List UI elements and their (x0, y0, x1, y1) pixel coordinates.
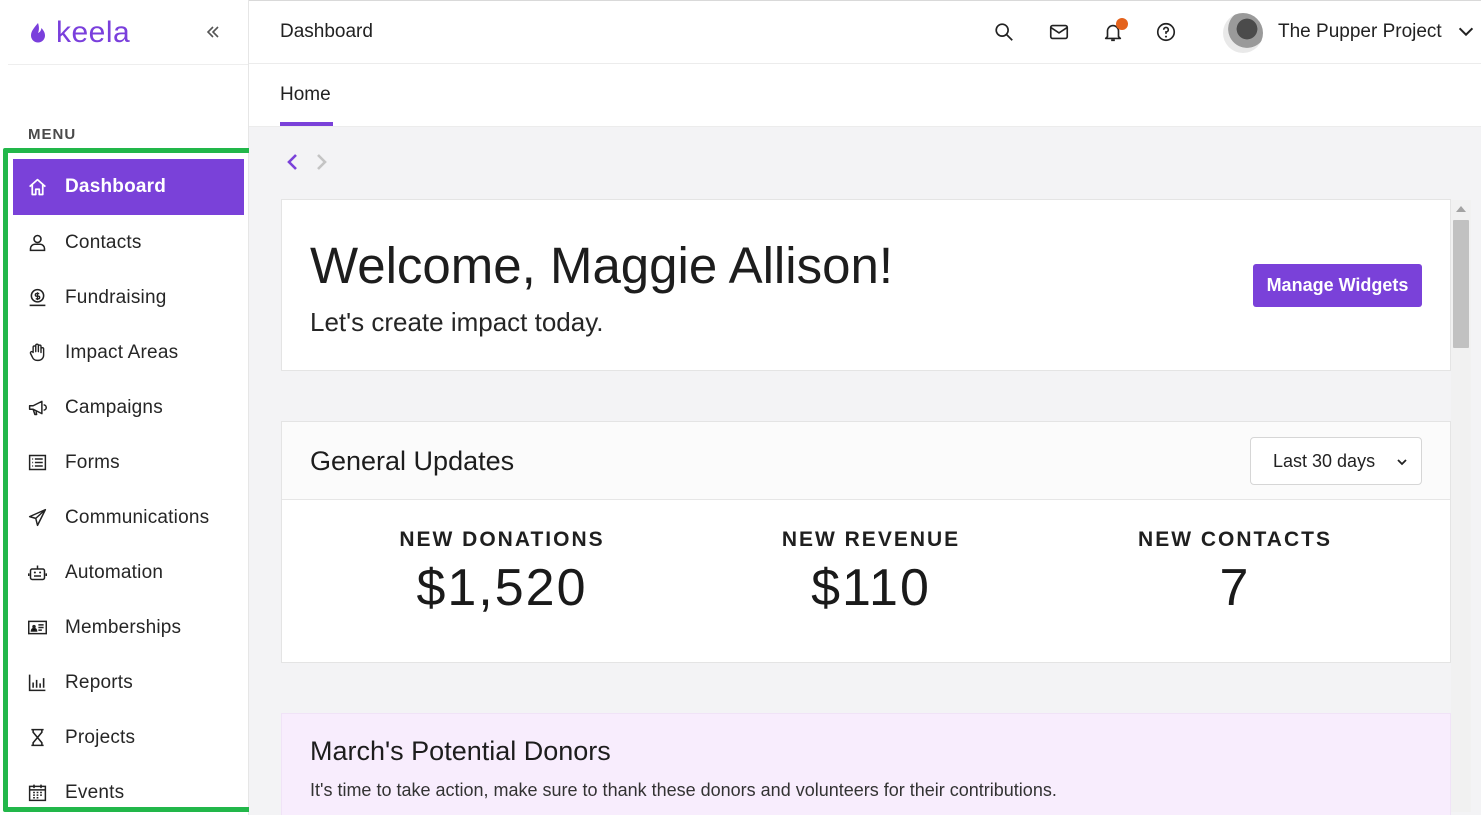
page-title: Dashboard (280, 21, 373, 42)
list-form-icon (25, 451, 49, 475)
welcome-subtitle: Let's create impact today. (310, 307, 604, 337)
stat-new-donations: NEW DONATIONS $1,520 (352, 528, 652, 618)
sidebar-item-label: Reports (65, 671, 133, 693)
active-tab-indicator (280, 122, 333, 126)
stat-value: $110 (811, 559, 931, 617)
welcome-card: Welcome, Maggie Allison! Let's create im… (281, 199, 1451, 371)
sidebar-item-label: Memberships (65, 616, 182, 638)
sidebar-item-label: Forms (65, 451, 120, 473)
id-card-icon (25, 616, 49, 640)
nav-list: Dashboard Contacts Fundraising Impact Ar… (13, 159, 244, 807)
chevron-left-icon[interactable] (283, 151, 303, 173)
scrollbar[interactable] (1451, 200, 1471, 812)
nav-highlight-frame: Dashboard Contacts Fundraising Impact Ar… (3, 148, 254, 812)
notification-dot (1116, 18, 1128, 30)
sidebar-item-automation[interactable]: Automation (13, 545, 244, 600)
welcome-title: Welcome, Maggie Allison! (310, 237, 893, 294)
sidebar: keela MENU Dashboard Contacts Fundraisin… (0, 0, 254, 815)
envelope-icon (1049, 24, 1069, 40)
dollar-badge-icon (25, 286, 49, 310)
top-header: Dashboard The Pupper Project (249, 1, 1481, 64)
avatar[interactable] (1223, 13, 1263, 53)
scrollbar-thumb[interactable] (1453, 220, 1469, 348)
stat-new-revenue: NEW REVENUE $110 (721, 528, 1021, 618)
stat-value: $1,520 (416, 559, 588, 617)
stat-label: NEW REVENUE (781, 528, 961, 551)
chevron-down-icon[interactable] (1455, 21, 1477, 43)
sidebar-item-label: Fundraising (65, 286, 167, 308)
general-updates-card: General Updates Last 30 days NEW DONATIO… (281, 421, 1451, 663)
sidebar-item-label: Automation (65, 561, 164, 583)
tab-home[interactable]: Home (280, 84, 331, 106)
sidebar-item-memberships[interactable]: Memberships (13, 600, 244, 655)
chevron-down-icon (1397, 459, 1407, 466)
sidebar-item-label: Impact Areas (65, 341, 179, 363)
megaphone-icon (25, 396, 49, 420)
sidebar-item-label: Events (65, 781, 125, 803)
hand-icon (25, 341, 49, 365)
updates-header: General Updates Last 30 days (282, 422, 1450, 500)
scroll-up-arrow-icon[interactable] (1456, 206, 1466, 212)
sidebar-item-impact-areas[interactable]: Impact Areas (13, 325, 244, 380)
main-content: Welcome, Maggie Allison! Let's create im… (249, 127, 1481, 815)
sidebar-item-label: Contacts (65, 231, 142, 253)
calendar-icon (25, 781, 49, 805)
sidebar-divider (8, 64, 248, 65)
bar-chart-icon (25, 671, 49, 695)
home-icon (25, 175, 49, 199)
sidebar-item-label: Communications (65, 506, 210, 528)
notifications-button[interactable] (1100, 18, 1128, 45)
sidebar-item-reports[interactable]: Reports (13, 655, 244, 710)
sidebar-item-projects[interactable]: Projects (13, 710, 244, 765)
donors-subtitle: It's time to take action, make sure to t… (310, 780, 1057, 800)
keela-flame-icon (31, 23, 45, 43)
chevron-right-icon[interactable] (311, 151, 331, 173)
user-icon (25, 231, 49, 255)
potential-donors-card: March's Potential Donors It's time to ta… (281, 713, 1451, 815)
collapse-sidebar-button[interactable] (200, 18, 226, 46)
help-button[interactable] (1153, 19, 1179, 45)
sidebar-item-fundraising[interactable]: Fundraising (13, 270, 244, 325)
hourglass-icon (25, 726, 49, 750)
stat-value: 7 (1219, 559, 1251, 617)
sidebar-item-label: Campaigns (65, 396, 163, 418)
keela-logo[interactable]: keela (26, 16, 130, 50)
menu-heading: MENU (28, 126, 77, 143)
sidebar-item-label: Dashboard (65, 176, 167, 197)
search-icon (995, 23, 1013, 41)
paper-plane-icon (25, 506, 49, 530)
sidebar-item-campaigns[interactable]: Campaigns (13, 380, 244, 435)
search-button[interactable] (991, 19, 1017, 45)
tab-bar: Home (249, 64, 1481, 127)
robot-icon (25, 561, 49, 585)
help-icon (1156, 22, 1176, 42)
messages-button[interactable] (1046, 19, 1072, 45)
sidebar-item-forms[interactable]: Forms (13, 435, 244, 490)
stat-label: NEW DONATIONS (399, 528, 605, 551)
date-range-value: Last 30 days (1273, 450, 1376, 471)
donors-title: March's Potential Donors (310, 736, 611, 766)
stat-label: NEW CONTACTS (1138, 528, 1332, 551)
updates-title: General Updates (310, 446, 515, 476)
sidebar-item-dashboard[interactable]: Dashboard (13, 159, 244, 215)
manage-widgets-button[interactable]: Manage Widgets (1253, 264, 1422, 307)
sidebar-item-label: Projects (65, 726, 136, 748)
org-name[interactable]: The Pupper Project (1278, 21, 1442, 43)
date-range-select[interactable]: Last 30 days (1250, 437, 1422, 485)
sidebar-item-contacts[interactable]: Contacts (13, 215, 244, 270)
stat-new-contacts: NEW CONTACTS 7 (1085, 528, 1385, 618)
sidebar-item-communications[interactable]: Communications (13, 490, 244, 545)
logo-text: keela (56, 16, 131, 49)
double-chevron-left-icon (206, 26, 219, 38)
sidebar-item-events[interactable]: Events (13, 765, 244, 807)
